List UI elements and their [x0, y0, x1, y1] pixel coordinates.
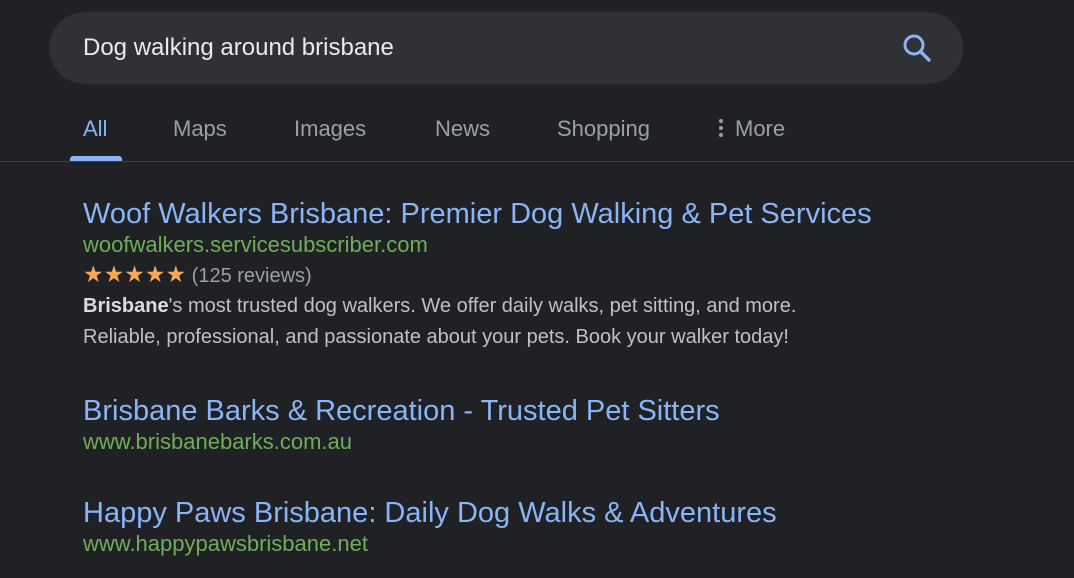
tab-more-label: More	[735, 116, 786, 141]
result-title-link[interactable]: Woof Walkers Brisbane: Premier Dog Walki…	[83, 197, 872, 231]
result-title-link[interactable]: Happy Paws Brisbane: Daily Dog Walks & A…	[83, 496, 777, 530]
tab-images[interactable]: Images	[294, 116, 366, 142]
more-vert-icon	[719, 119, 724, 137]
tabs-divider	[0, 161, 1074, 162]
result-snippet: Brisbane's most trusted dog walkers. We …	[83, 291, 872, 353]
snippet-line-1: Brisbane's most trusted dog walkers. We …	[83, 291, 872, 322]
tab-shopping[interactable]: Shopping	[557, 116, 650, 142]
search-icon[interactable]	[901, 32, 933, 64]
tab-all[interactable]: All	[83, 116, 107, 142]
search-result: Happy Paws Brisbane: Daily Dog Walks & A…	[83, 496, 777, 558]
search-tabs: All Maps Images News Shopping More	[0, 108, 1074, 162]
result-url[interactable]: www.brisbanebarks.com.au	[83, 428, 720, 456]
result-title-link[interactable]: Brisbane Barks & Recreation - Trusted Pe…	[83, 394, 720, 428]
search-results-page: Dog walking around brisbane All Maps Ima…	[0, 0, 1074, 578]
tab-more[interactable]: More	[719, 116, 785, 142]
search-result: Brisbane Barks & Recreation - Trusted Pe…	[83, 394, 720, 456]
star-rating-icon: ★★★★★	[83, 261, 187, 287]
result-url[interactable]: woofwalkers.servicesubscriber.com	[83, 231, 872, 259]
search-bar[interactable]: Dog walking around brisbane	[49, 12, 963, 84]
search-result: Woof Walkers Brisbane: Premier Dog Walki…	[83, 197, 872, 353]
review-count: (125 reviews)	[191, 265, 312, 287]
tab-news[interactable]: News	[435, 116, 490, 142]
tab-maps[interactable]: Maps	[173, 116, 227, 142]
snippet-line-2: Reliable, professional, and passionate a…	[83, 326, 789, 348]
snippet-keyword: Brisbane	[83, 295, 169, 317]
snippet-line-1-text: 's most trusted dog walkers. We offer da…	[168, 295, 797, 317]
result-url[interactable]: www.happypawsbrisbane.net	[83, 530, 777, 558]
search-input[interactable]: Dog walking around brisbane	[83, 33, 394, 63]
result-rating: ★★★★★ (125 reviews)	[83, 259, 872, 291]
